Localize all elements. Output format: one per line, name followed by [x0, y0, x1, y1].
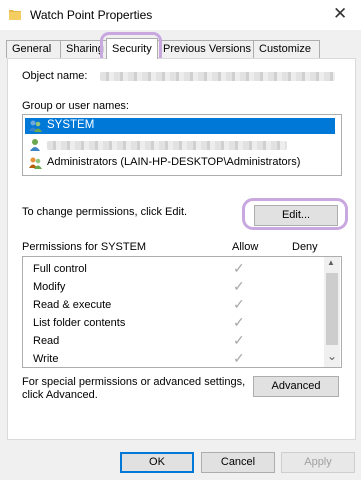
group-user-names-label: Group or user names:: [22, 100, 129, 112]
folder-icon: [9, 10, 21, 20]
user-list-item[interactable]: Administrators (LAIN-HP-DESKTOP\Administ…: [25, 155, 335, 171]
permissions-list[interactable]: Full control ✓ Modify ✓ Read & execute ✓…: [22, 256, 342, 368]
allow-check-icon: ✓: [233, 332, 245, 348]
allow-check-icon: ✓: [233, 278, 245, 294]
allow-check-icon: ✓: [233, 314, 245, 330]
advanced-help-text: For special permissions or advanced sett…: [22, 376, 246, 388]
title-bar: Watch Point Properties ✕: [0, 0, 361, 30]
permission-name: Full control: [33, 263, 87, 275]
tab-previous-versions[interactable]: Previous Versions: [157, 40, 256, 58]
scroll-down-icon[interactable]: ⌄: [327, 349, 337, 363]
advanced-button[interactable]: Advanced: [253, 376, 339, 397]
tab-customize[interactable]: Customize: [253, 40, 320, 58]
scroll-up-icon[interactable]: ▲: [327, 258, 335, 267]
permission-name: List folder contents: [33, 317, 126, 329]
user-list-item[interactable]: [25, 137, 335, 153]
permissions-scrollbar[interactable]: ▲ ⌄: [324, 257, 340, 367]
user-name: [47, 141, 287, 150]
permission-name: Read: [33, 335, 60, 347]
permissions-label: Permissions for SYSTEM: [22, 241, 147, 253]
cancel-button[interactable]: Cancel: [201, 452, 275, 473]
group-users-icon: [29, 120, 42, 132]
user-list-item[interactable]: SYSTEM: [25, 118, 335, 134]
permission-name: Read & execute: [33, 299, 112, 311]
window-title: Watch Point Properties: [30, 8, 153, 22]
permission-name: Modify: [33, 281, 66, 293]
group-users-icon: [29, 157, 42, 169]
close-icon[interactable]: ✕: [333, 4, 347, 24]
user-list[interactable]: SYSTEM Administrators (LAIN-HP-DESKTOP\A…: [22, 114, 342, 176]
user-name: SYSTEM: [47, 119, 95, 131]
permission-name: Write: [33, 353, 59, 365]
edit-button-annotation: [242, 198, 348, 230]
tab-security[interactable]: Security: [106, 38, 158, 59]
user-name: Administrators (LAIN-HP-DESKTOP\Administ…: [47, 156, 301, 168]
deny-header: Deny: [292, 241, 318, 253]
advanced-help-text-2: click Advanced.: [22, 389, 98, 401]
object-name-label: Object name:: [22, 70, 88, 82]
allow-header: Allow: [232, 241, 259, 253]
ok-button[interactable]: OK: [120, 452, 194, 473]
allow-check-icon: ✓: [233, 350, 245, 366]
change-permissions-text: To change permissions, click Edit.: [22, 206, 188, 218]
apply-button[interactable]: Apply: [281, 452, 355, 473]
user-icon: [30, 139, 40, 151]
allow-check-icon: ✓: [233, 296, 245, 312]
scroll-thumb[interactable]: [326, 273, 338, 345]
tab-general[interactable]: General: [6, 40, 61, 58]
allow-check-icon: ✓: [233, 260, 245, 276]
object-name-value: [100, 72, 335, 81]
